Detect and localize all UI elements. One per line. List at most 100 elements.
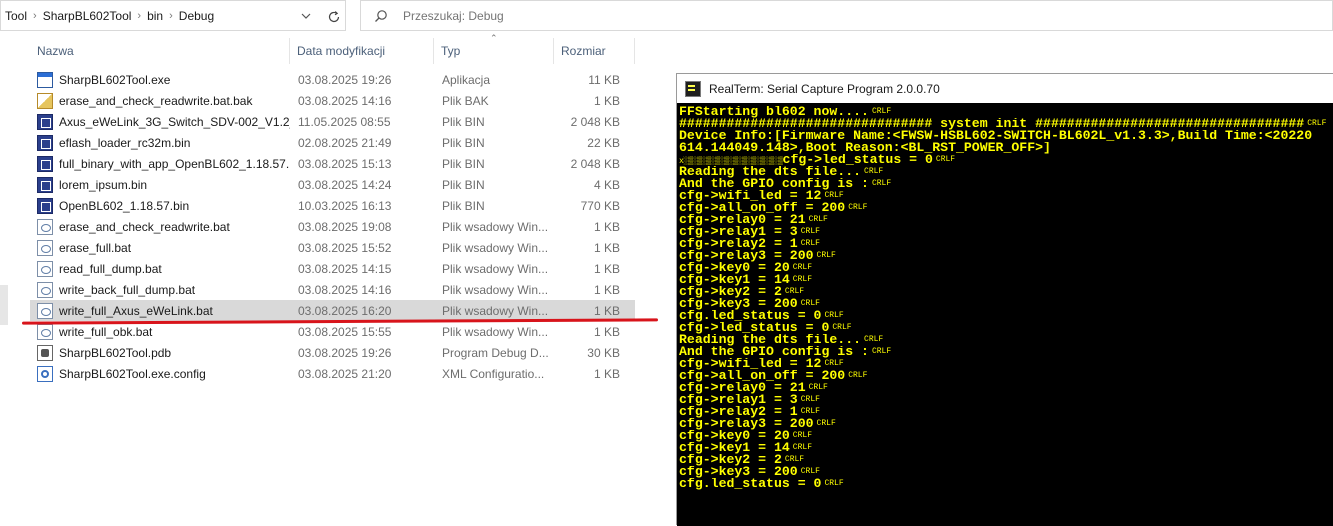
file-name-cell[interactable]: read_full_dump.bat xyxy=(30,260,290,277)
file-type: Program Debug D... xyxy=(442,345,549,360)
breadcrumb-item-debug[interactable]: Debug xyxy=(175,9,218,23)
terminal-line-text: cfg->relay3 = 200 xyxy=(679,250,814,262)
file-date: 03.08.2025 14:24 xyxy=(298,177,392,192)
file-name-cell[interactable]: lorem_ipsum.bin xyxy=(30,176,290,193)
file-date: 03.08.2025 15:13 xyxy=(298,156,392,171)
file-name-cell[interactable]: write_full_Axus_eWeLink.bat xyxy=(30,302,290,319)
crlf-marker: CRLF xyxy=(800,299,820,308)
crlf-marker: CRLF xyxy=(800,239,820,248)
file-row[interactable]: write_back_full_dump.bat 03.08.2025 14:16… xyxy=(30,279,635,300)
file-name: erase_and_check_readwrite.bat xyxy=(59,219,230,234)
file-name: write_full_Axus_eWeLink.bat xyxy=(59,303,213,318)
crlf-marker: CRLF xyxy=(1307,119,1327,128)
column-header-name[interactable]: Nazwa xyxy=(30,38,290,64)
binary-noise-glyphs: x░▒░▒░▒░▒░▒░▒░▒░▒░▒░▒░▒ xyxy=(679,157,783,166)
column-header-date[interactable]: Data modyfikacji xyxy=(290,38,434,64)
file-name: erase_and_check_readwrite.bat.bak xyxy=(59,93,253,108)
breadcrumb-item-tool[interactable]: Tool xyxy=(1,9,31,23)
file-row[interactable]: erase_and_check_readwrite.bat 03.08.2025 … xyxy=(30,216,635,237)
file-type: Plik wsadowy Win... xyxy=(442,219,549,234)
file-type: Plik wsadowy Win... xyxy=(442,282,549,297)
terminal-line: cfg->wifi_led = 12 CRLF xyxy=(679,190,1333,202)
breadcrumb-separator[interactable]: › xyxy=(31,10,39,22)
breadcrumb-separator[interactable]: › xyxy=(135,10,143,22)
file-size: 1 KB xyxy=(593,366,620,381)
terminal-output[interactable]: FFStarting bl602 now.... CRLF ############… xyxy=(677,103,1333,526)
crlf-marker: CRLF xyxy=(824,479,844,488)
file-row[interactable]: Axus_eWeLink_3G_Switch_SDV-002_V1.2_... 1… xyxy=(30,111,635,132)
file-row[interactable]: OpenBL602_1.18.57.bin 10.03.2025 16:13 Pli… xyxy=(30,195,635,216)
file-row-selected[interactable]: write_full_Axus_eWeLink.bat 03.08.2025 16… xyxy=(30,300,635,321)
terminal-line-text: cfg->relay3 = 200 xyxy=(679,418,814,430)
file-name-cell[interactable]: erase_and_check_readwrite.bat.bak xyxy=(30,92,290,109)
file-row[interactable]: read_full_dump.bat 03.08.2025 14:15 Plik w… xyxy=(30,258,635,279)
file-name-cell[interactable]: erase_full.bat xyxy=(30,239,290,256)
breadcrumb-separator[interactable]: › xyxy=(167,10,175,22)
terminal-line-text: Reading the dts file... xyxy=(679,166,862,178)
file-name: OpenBL602_1.18.57.bin xyxy=(59,198,190,213)
file-row[interactable]: SharpBL602Tool.pdb 03.08.2025 19:26 Progra… xyxy=(30,342,635,363)
terminal-line: cfg->relay0 = 21 CRLF xyxy=(679,214,1333,226)
file-row[interactable]: full_binary_with_app_OpenBL602_1.18.57..… xyxy=(30,153,635,174)
terminal-line-text: cfg->key2 = 2 xyxy=(679,286,782,298)
file-size: 1 KB xyxy=(593,303,620,318)
file-row[interactable]: erase_and_check_readwrite.bat.bak 03.08.2… xyxy=(30,90,635,111)
file-name-cell[interactable]: SharpBL602Tool.exe.config xyxy=(30,365,290,382)
file-date: 03.08.2025 19:08 xyxy=(298,219,392,234)
file-name-cell[interactable]: SharpBL602Tool.pdb xyxy=(30,344,290,361)
address-history-dropdown[interactable] xyxy=(293,1,319,30)
file-row[interactable]: lorem_ipsum.bin 03.08.2025 14:24 Plik BIN 4… xyxy=(30,174,635,195)
file-name: eflash_loader_rc32m.bin xyxy=(59,135,191,150)
crlf-marker: CRLF xyxy=(832,323,852,332)
search-icon xyxy=(361,9,401,23)
terminal-line: cfg->relay1 = 3 CRLF xyxy=(679,394,1333,406)
file-type: Plik BIN xyxy=(442,135,485,150)
file-name-cell[interactable]: full_binary_with_app_OpenBL602_1.18.57..… xyxy=(30,155,290,172)
terminal-line-text: cfg->key1 = 14 xyxy=(679,274,790,286)
terminal-line-text: cfg->key0 = 20 xyxy=(679,430,790,442)
search-input[interactable] xyxy=(401,7,805,24)
bin-icon xyxy=(37,113,53,130)
column-header-size[interactable]: Rozmiar xyxy=(554,38,635,64)
refresh-button[interactable] xyxy=(319,1,349,32)
config-icon xyxy=(37,365,53,382)
file-size: 4 KB xyxy=(593,177,620,192)
terminal-line-text: 614.144049.148>,Boot Reason:<BL_RST_POWE… xyxy=(679,142,1051,154)
terminal-line: cfg.led_status = 0 CRLF xyxy=(679,310,1333,322)
terminal-line: cfg->key0 = 20 CRLF xyxy=(679,430,1333,442)
navigation-pane-scrollbar[interactable] xyxy=(0,285,8,325)
terminal-line: cfg->relay2 = 1 CRLF xyxy=(679,406,1333,418)
terminal-line-text: cfg->relay0 = 21 xyxy=(679,382,806,394)
breadcrumb-item-sharpbl602tool[interactable]: SharpBL602Tool xyxy=(39,9,136,23)
terminal-line-text: cfg->all_on_off = 200 xyxy=(679,370,846,382)
search-box[interactable] xyxy=(360,0,1333,31)
file-size: 22 KB xyxy=(587,135,620,150)
terminal-line: cfg->key1 = 14 CRLF xyxy=(679,274,1333,286)
file-name-cell[interactable]: eflash_loader_rc32m.bin xyxy=(30,134,290,151)
file-date: 03.08.2025 19:26 xyxy=(298,72,392,87)
file-name-cell[interactable]: Axus_eWeLink_3G_Switch_SDV-002_V1.2_... xyxy=(30,113,290,130)
file-name-cell[interactable]: write_back_full_dump.bat xyxy=(30,281,290,298)
terminal-line: cfg->wifi_led = 12 CRLF xyxy=(679,358,1333,370)
file-row[interactable]: eflash_loader_rc32m.bin 02.08.2025 21:49 P… xyxy=(30,132,635,153)
file-row[interactable]: SharpBL602Tool.exe 03.08.2025 19:26 Aplika… xyxy=(30,69,635,90)
crlf-marker: CRLF xyxy=(871,179,892,188)
file-name-cell[interactable]: erase_and_check_readwrite.bat xyxy=(30,218,290,235)
terminal-line: cfg->key0 = 20 CRLF xyxy=(679,262,1333,274)
file-name-cell[interactable]: OpenBL602_1.18.57.bin xyxy=(30,197,290,214)
file-size: 1 KB xyxy=(593,219,620,234)
file-type: Plik BIN xyxy=(442,198,485,213)
crlf-marker: CRLF xyxy=(784,455,805,464)
breadcrumb-item-bin[interactable]: bin xyxy=(143,9,167,23)
terminal-line-text: cfg->relay2 = 1 xyxy=(679,406,798,418)
file-name-cell[interactable]: SharpBL602Tool.exe xyxy=(30,71,290,88)
terminal-line: cfg->all_on_off = 200 CRLF xyxy=(679,202,1333,214)
terminal-line-text: cfg->key2 = 2 xyxy=(679,454,782,466)
file-row[interactable]: SharpBL602Tool.exe.config 03.08.2025 21:2… xyxy=(30,363,635,384)
address-bar[interactable]: Tool › SharpBL602Tool › bin › Debug xyxy=(0,0,346,31)
crlf-marker: CRLF xyxy=(800,227,820,236)
file-row[interactable]: erase_full.bat 03.08.2025 15:52 Plik wsado… xyxy=(30,237,635,258)
realterm-titlebar[interactable]: RealTerm: Serial Capture Program 2.0.0.7… xyxy=(677,74,1333,103)
exe-icon xyxy=(37,71,53,88)
file-name-cell[interactable]: write_full_obk.bat xyxy=(30,323,290,340)
